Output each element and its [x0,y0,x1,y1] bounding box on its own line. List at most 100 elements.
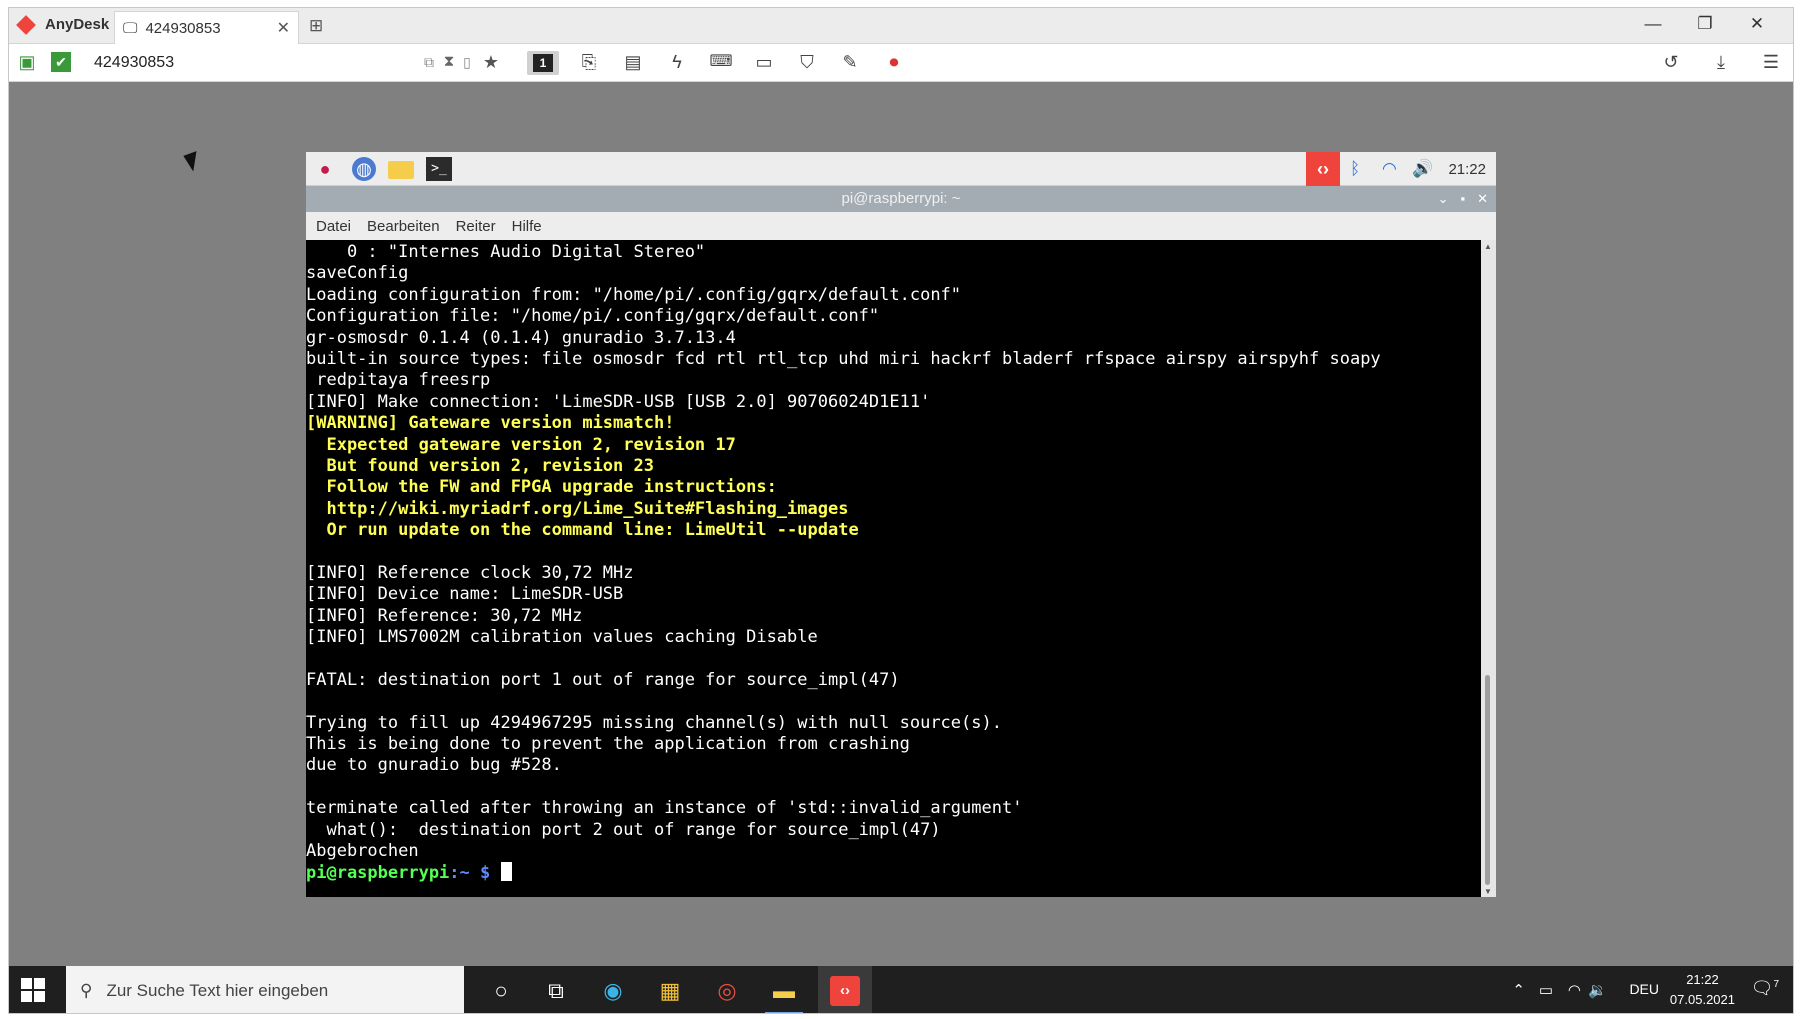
minimize-icon[interactable]: — [1627,14,1679,34]
battery-icon[interactable]: ▭ [1539,981,1553,999]
download-icon[interactable]: ⤓ [1709,52,1733,72]
menu-bearbeiten[interactable]: Bearbeiten [367,218,440,235]
browser-icon[interactable]: ◍ [352,157,376,181]
windows-start-icon[interactable] [21,978,45,1002]
anydesk-titlebar: AnyDesk 🖵 424930853 ✕ ⊞ — ❐ ✕ [9,8,1793,44]
terminal-line: what(): destination port 2 out of range … [306,819,941,840]
show-hidden-icons-icon[interactable]: ⌃ [1512,981,1525,999]
terminal-scrollbar[interactable]: ▲ ▼ [1481,240,1496,897]
language-indicator[interactable]: DEU [1629,981,1659,997]
system-time: 21:22 [1686,972,1719,987]
close-window-icon[interactable]: ✕ [1731,14,1783,34]
notifications-icon[interactable]: 🗨7 [1751,978,1779,999]
favorite-star-icon[interactable]: ★ [479,52,503,72]
terminal-line: Expected gateware version 2, revision 17 [306,434,736,455]
text-cursor [500,862,512,882]
terminal-line: [WARNING] Gateware version mismatch! [306,413,675,434]
terminal-line: built-in source types: file osmosdr fcd … [306,348,1381,369]
terminal-output[interactable]: 0 : "Internes Audio Digital Stereo" saveC… [306,240,1481,897]
volume-icon[interactable]: 🔊 [1412,159,1433,179]
terminal-line: terminate called after throwing an insta… [306,798,1023,819]
anydesk-tray-icon[interactable]: ‹› [1306,152,1340,186]
menu-hilfe[interactable]: Hilfe [512,218,542,235]
scroll-up-icon[interactable]: ▲ [1484,242,1492,251]
terminal-line: Trying to fill up 4294967295 missing cha… [306,712,1002,733]
terminal-title-bar[interactable]: pi@raspberrypi: ~ ⌄ ▪ ✕ [306,186,1496,212]
scrollbar-thumb[interactable] [1485,675,1490,885]
monitor-icon: 🖵 [123,19,138,37]
terminal-line: Abgebrochen [306,840,419,861]
raspberry-icon[interactable]: ● [312,157,338,181]
file-explorer-icon[interactable]: ▬ [757,966,811,1013]
monitor-1-button[interactable]: 1 [527,51,559,75]
terminal-icon[interactable]: >_ [426,157,452,181]
store-icon[interactable]: ▦ [643,966,697,1013]
new-tab-icon[interactable]: ⊞ [309,16,323,36]
pi-clock: 21:22 [1448,161,1486,178]
system-date: 07.05.2021 [1669,992,1735,1007]
monitor-number: 1 [533,54,553,72]
chrome-icon[interactable]: ◎ [700,966,754,1013]
pi-panel: ● ◍ >_ ‹› ᛒ ◠ 🔊 21:22 [306,152,1496,186]
terminal-minimize-icon[interactable]: ⌄ [1438,186,1449,212]
connection-status-icon[interactable]: ▣ [15,52,39,72]
chat-icon[interactable]: ▤ [621,52,645,72]
file-manager-icon[interactable] [388,161,414,179]
prompt-user: pi@raspberrypi [306,863,450,884]
menu-datei[interactable]: Datei [316,218,351,235]
restore-icon[interactable]: ❐ [1679,14,1731,34]
terminal-line: [INFO] Reference clock 30,72 MHz [306,562,634,583]
terminal-title: pi@raspberrypi: ~ [841,190,961,207]
wifi-icon[interactable]: ◠ [1382,159,1397,179]
address-field[interactable]: 424930853 [94,54,174,72]
terminal-line: [INFO] Device name: LimeSDR-USB [306,584,624,605]
terminal-line: gr-osmosdr 0.1.4 (0.1.4) gnuradio 3.7.13… [306,327,736,348]
terminal-lines: 0 : "Internes Audio Digital Stereo" saveC… [306,242,1481,862]
tab-close-icon[interactable]: ✕ [277,18,290,38]
network-icon[interactable]: ◠ [1568,981,1581,999]
session-tab[interactable]: 🖵 424930853 ✕ [114,11,299,44]
whiteboard-pen-icon[interactable]: ✎ [838,52,862,72]
notification-count: 7 [1773,979,1779,990]
trash-icon[interactable]: ▯ [455,52,479,72]
anydesk-taskbar-icon[interactable]: ‹› [818,966,872,1013]
mouse-cursor-icon [183,151,203,173]
display-icon[interactable]: ▭ [752,52,776,72]
terminal-line: Loading configuration from: "/home/pi/.c… [306,284,962,305]
system-clock[interactable]: 21:22 07.05.2021 [1670,970,1735,1010]
window-controls: — ❐ ✕ [1627,14,1783,34]
cortana-icon[interactable]: ○ [474,966,528,1013]
keyboard-icon[interactable]: ⌨ [709,52,733,72]
anydesk-toolbar: ▣ ✔ 424930853 ⧉ ⧗ ▯ ★ 1 ⎘ ▤ ϟ ⌨ ▭ ⛉ ✎ ⏺ … [9,44,1793,82]
scroll-down-icon[interactable]: ▼ [1484,887,1492,896]
terminal-maximize-icon[interactable]: ▪ [1460,186,1465,212]
speaker-icon[interactable]: 🔉 [1588,981,1607,999]
taskbar-search[interactable]: ⚲ Zur Suche Text hier eingeben [66,966,464,1013]
anydesk-window: AnyDesk 🖵 424930853 ✕ ⊞ — ❐ ✕ ▣ ✔ 424930… [8,7,1794,1014]
record-session-icon[interactable]: ⏺ [882,52,906,72]
search-icon: ⚲ [80,980,93,1000]
verified-icon[interactable]: ✔ [51,52,71,72]
terminal-line: saveConfig [306,263,409,284]
search-placeholder: Zur Suche Text hier eingeben [106,980,329,1000]
anydesk-logo: AnyDesk [15,14,110,35]
bluetooth-icon[interactable]: ᛒ [1350,159,1360,179]
terminal-menubar: Datei Bearbeiten Reiter Hilfe [306,212,1496,240]
terminal-window-controls: ⌄ ▪ ✕ [1438,186,1488,212]
terminal-line: This is being done to prevent the applic… [306,733,910,754]
permissions-shield-icon[interactable]: ⛉ [795,52,819,72]
history-icon[interactable]: ↺ [1659,52,1683,72]
menu-icon[interactable]: ☰ [1759,52,1783,72]
terminal-close-icon[interactable]: ✕ [1477,186,1488,212]
terminal-line: [INFO] LMS7002M calibration values cachi… [306,627,818,648]
edge-icon[interactable]: ◉ [586,966,640,1013]
app-name: AnyDesk [45,16,110,33]
task-view-icon[interactable]: ⧉ [529,966,583,1013]
terminal-line: Configuration file: "/home/pi/.config/gq… [306,306,880,327]
menu-reiter[interactable]: Reiter [456,218,496,235]
actions-lightning-icon[interactable]: ϟ [665,52,689,72]
file-transfer-icon[interactable]: ⎘ [577,52,601,72]
terminal-line: 0 : "Internes Audio Digital Stereo" [306,242,706,262]
remote-desktop[interactable]: ● ◍ >_ ‹› ᛒ ◠ 🔊 21:22 pi@raspberrypi: ~ … [306,152,1496,897]
